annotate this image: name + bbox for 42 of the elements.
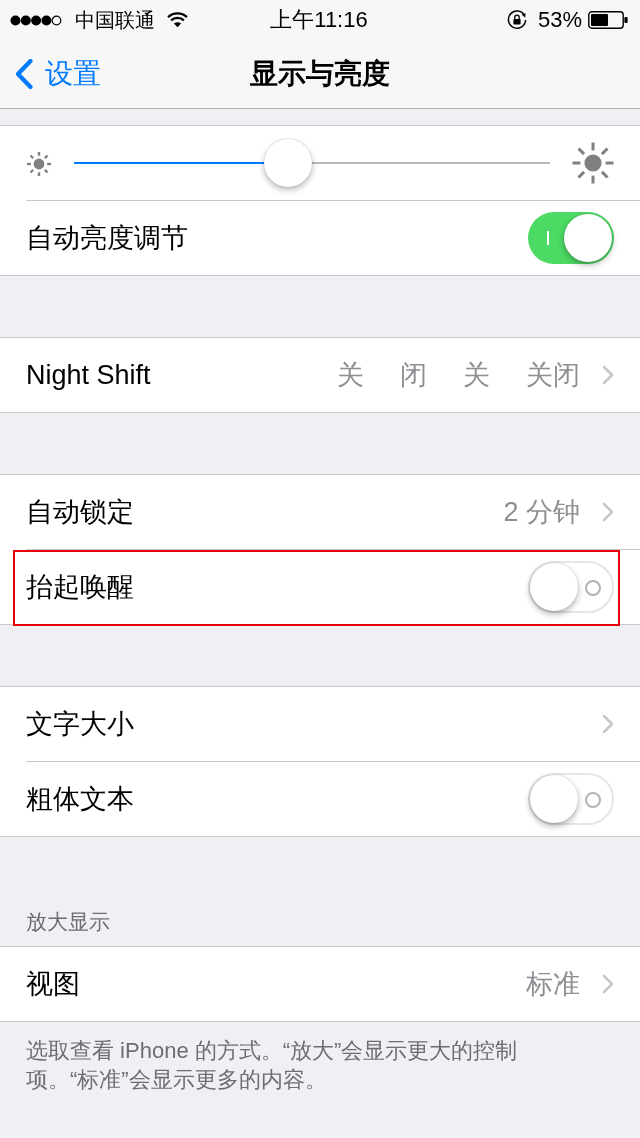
settings-row[interactable]: 视图 标准 — [0, 947, 640, 1021]
toggle-switch[interactable] — [528, 561, 614, 613]
settings-row[interactable]: 文字大小 — [0, 687, 640, 761]
wifi-icon — [167, 12, 188, 28]
chevron-icon — [602, 714, 614, 734]
section-header: 放大显示 — [26, 910, 110, 933]
row-value: 关闭 — [526, 359, 580, 392]
row-value: 关 — [337, 359, 364, 392]
chevron-icon — [602, 502, 614, 522]
toggle-switch[interactable] — [528, 212, 614, 264]
row-value: 关 — [463, 359, 490, 392]
nav-title: 显示与亮度 — [250, 57, 390, 91]
settings-row[interactable]: 自动锁定 2 分钟 — [0, 475, 640, 549]
toggle-switch[interactable] — [528, 773, 614, 825]
chevron-icon — [602, 974, 614, 994]
row-value: 闭 — [400, 359, 427, 392]
carrier-name: 中国联通 — [75, 7, 155, 33]
row-label: 抬起唤醒 — [26, 571, 134, 604]
slider-thumb[interactable] — [264, 139, 313, 187]
row-label: Night Shift — [26, 359, 151, 391]
settings-row[interactable]: Night Shift 关 闭 关 关闭 — [0, 338, 640, 412]
row-label: 自动锁定 — [26, 496, 134, 529]
row-label: 自动亮度调节 — [26, 222, 188, 255]
chevron-icon — [602, 365, 614, 385]
ring-icon — [585, 580, 601, 596]
back-button[interactable]: 设置 — [0, 53, 105, 95]
row-label: 粗体文本 — [26, 783, 134, 816]
signal-icon — [10, 14, 62, 26]
large-sun-icon — [572, 142, 614, 184]
row-label: 文字大小 — [26, 708, 134, 741]
back-chevron-icon — [15, 59, 33, 89]
rotation-lock-icon — [505, 9, 528, 31]
brightness-slider[interactable] — [74, 138, 550, 188]
battery-percent: 53% — [537, 7, 582, 33]
row-value: 标准 — [526, 968, 580, 1001]
battery-icon — [588, 11, 628, 29]
small-sun-icon — [26, 151, 52, 177]
row-value: 2 分钟 — [503, 496, 580, 529]
ring-icon — [585, 792, 601, 808]
row-label: 视图 — [26, 968, 80, 1001]
section-footer: 选取查看 iPhone 的方式。“放大”会显示更大的控制项。“标准”会显示更多的内容。 — [26, 1038, 518, 1092]
status-time: 上午11:16 — [270, 6, 368, 34]
